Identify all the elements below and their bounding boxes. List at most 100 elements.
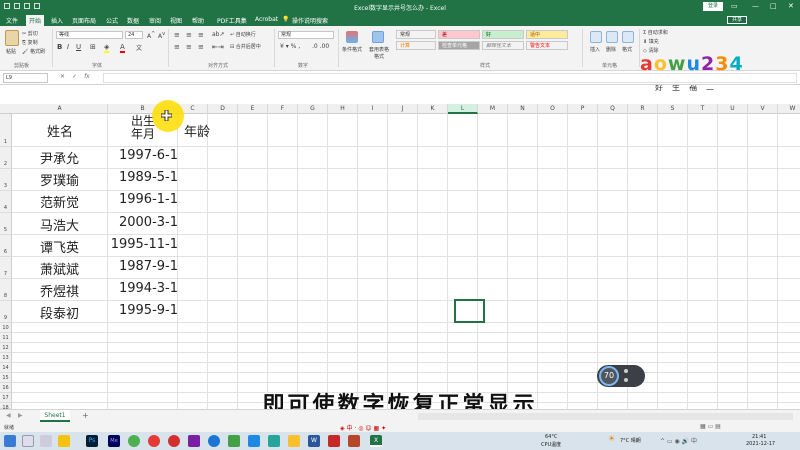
style-neutral[interactable]: 适中 bbox=[526, 30, 568, 39]
tab-acrobat[interactable]: Acrobat bbox=[255, 16, 278, 23]
indent-icon[interactable]: ⇤⇥ bbox=[212, 43, 224, 51]
performance-widget[interactable]: 70 bbox=[597, 365, 645, 387]
powerpoint-icon[interactable] bbox=[348, 435, 360, 447]
row-header-10[interactable]: 10 bbox=[0, 323, 12, 333]
tab-formulas[interactable]: 公式 bbox=[106, 16, 118, 25]
font-name-select[interactable]: 等线 bbox=[56, 31, 123, 39]
row-header-13[interactable]: 13 bbox=[0, 353, 12, 363]
column-header-k[interactable]: K bbox=[418, 104, 448, 114]
tab-data[interactable]: 数据 bbox=[127, 16, 139, 25]
tell-me-search[interactable]: 操作说明搜索 bbox=[292, 16, 328, 25]
app-icon[interactable] bbox=[268, 435, 280, 447]
style-normal[interactable]: 常规 bbox=[396, 30, 436, 39]
media-encoder-icon[interactable]: Me bbox=[108, 435, 120, 447]
tab-help[interactable]: 帮助 bbox=[192, 16, 204, 25]
column-header-f[interactable]: F bbox=[268, 104, 298, 114]
prev-sheet-icon[interactable]: ◀ bbox=[6, 412, 11, 419]
column-header-h[interactable]: H bbox=[328, 104, 358, 114]
column-header-w[interactable]: W bbox=[778, 104, 800, 114]
view-mode-icons[interactable]: ▦ ▭ ▤ bbox=[700, 423, 721, 430]
file-explorer-icon[interactable] bbox=[58, 435, 70, 447]
border-icon[interactable]: ⊞ bbox=[90, 43, 96, 51]
sheet-tab-sheet1[interactable]: Sheet1 bbox=[40, 410, 70, 422]
cell-birth-date[interactable]: 1989-5-1 bbox=[108, 170, 178, 185]
row-header-5[interactable]: 5 bbox=[0, 213, 12, 235]
style-bad[interactable]: 差 bbox=[438, 30, 480, 39]
formula-input[interactable] bbox=[103, 73, 797, 83]
align-middle-icon[interactable]: ≡ bbox=[186, 31, 192, 39]
row-header-7[interactable]: 7 bbox=[0, 257, 12, 279]
cell-name[interactable]: 罗璞瑜 bbox=[40, 170, 79, 189]
tab-insert[interactable]: 插入 bbox=[51, 16, 63, 25]
cell-c1-age-header[interactable]: 年龄 bbox=[184, 121, 210, 140]
chrome-icon[interactable] bbox=[128, 435, 140, 447]
cell-name[interactable]: 萧斌斌 bbox=[40, 259, 79, 278]
cell-name[interactable]: 范新觉 bbox=[40, 192, 79, 211]
record-icon[interactable] bbox=[168, 435, 180, 447]
insert-cells-label[interactable]: 插入 bbox=[590, 46, 600, 53]
column-header-m[interactable]: M bbox=[478, 104, 508, 114]
cut-button[interactable]: ✂ 剪切 bbox=[22, 30, 38, 37]
column-header-v[interactable]: V bbox=[748, 104, 778, 114]
enter-icon[interactable]: ✓ bbox=[72, 73, 77, 80]
excel-taskbar-icon[interactable]: X bbox=[370, 435, 382, 447]
orientation-icon[interactable]: ab↗ bbox=[212, 31, 225, 38]
task-view-icon[interactable] bbox=[40, 435, 52, 447]
format-cells-label[interactable]: 格式 bbox=[622, 46, 632, 53]
style-calculation[interactable]: 计算 bbox=[396, 41, 436, 50]
format-as-table-label[interactable]: 套用表格格式 bbox=[367, 46, 391, 60]
underline-icon[interactable]: U bbox=[76, 43, 81, 51]
row-header-11[interactable]: 11 bbox=[0, 333, 12, 343]
column-header-n[interactable]: N bbox=[508, 104, 538, 114]
row-header-9[interactable]: 9 bbox=[0, 301, 12, 323]
tab-view[interactable]: 视图 bbox=[170, 16, 182, 25]
browser-icon[interactable] bbox=[208, 435, 220, 447]
photoshop-icon[interactable]: Ps bbox=[86, 435, 98, 447]
font-size-select[interactable]: 24 bbox=[125, 31, 143, 39]
style-explanatory[interactable]: 解释性文本 bbox=[482, 41, 524, 50]
autosum-button[interactable]: Σ 自动求和 bbox=[643, 29, 668, 36]
italic-icon[interactable]: I bbox=[67, 43, 69, 51]
app-icon[interactable] bbox=[248, 435, 260, 447]
delete-cells-label[interactable]: 删除 bbox=[606, 46, 616, 53]
cell-name[interactable]: 乔煜祺 bbox=[40, 281, 79, 300]
horizontal-scrollbar[interactable] bbox=[418, 413, 793, 420]
row-header-3[interactable]: 3 bbox=[0, 169, 12, 191]
fill-button[interactable]: ⬇ 填充 bbox=[643, 38, 659, 45]
delete-cells-icon[interactable] bbox=[606, 31, 618, 43]
decimal-icon[interactable]: .0 .00 bbox=[312, 43, 329, 50]
number-format-select[interactable]: 常规 bbox=[278, 31, 334, 39]
cancel-icon[interactable]: ✕ bbox=[60, 73, 65, 80]
word-icon[interactable]: W bbox=[308, 435, 320, 447]
ribbon-display-icon[interactable]: ▭ bbox=[731, 2, 738, 11]
cell-birth-date[interactable]: 1997-6-1 bbox=[108, 148, 178, 163]
conditional-format-label[interactable]: 条件格式 bbox=[342, 46, 362, 53]
cell-birth-date[interactable]: 2000-3-1 bbox=[108, 215, 178, 230]
cell-birth-date[interactable]: 1995-9-1 bbox=[108, 303, 178, 318]
cell-birth-date[interactable]: 1995-11-1 bbox=[108, 237, 178, 252]
phonetic-icon[interactable]: 文 bbox=[136, 43, 142, 52]
bold-icon[interactable]: B bbox=[57, 43, 62, 51]
media-icon[interactable] bbox=[148, 435, 160, 447]
insert-function-icon[interactable]: fx bbox=[84, 73, 90, 80]
format-as-table-icon[interactable] bbox=[372, 31, 384, 43]
accounting-icon[interactable]: ¥ ▾ % , bbox=[280, 43, 300, 50]
cell-name[interactable]: 谭飞英 bbox=[40, 237, 79, 256]
align-right-icon[interactable]: ≡ bbox=[198, 43, 204, 51]
style-check-cell[interactable]: 检查单元格 bbox=[438, 41, 480, 50]
row-header-6[interactable]: 6 bbox=[0, 235, 12, 257]
fill-color-icon[interactable]: ◈ bbox=[104, 43, 110, 53]
row-header-15[interactable]: 15 bbox=[0, 373, 12, 383]
cell-name[interactable]: 尹承允 bbox=[40, 148, 79, 167]
shrink-font-icon[interactable]: Av bbox=[158, 31, 165, 40]
column-header-p[interactable]: P bbox=[568, 104, 598, 114]
add-sheet-button[interactable]: + bbox=[82, 411, 89, 420]
font-color-icon[interactable]: A bbox=[120, 43, 125, 53]
tab-home[interactable]: 开始 bbox=[26, 15, 45, 26]
tab-pdf-tools[interactable]: PDF工具集 bbox=[217, 16, 247, 25]
column-header-s[interactable]: S bbox=[658, 104, 688, 114]
cell-name[interactable]: 马浩大 bbox=[40, 215, 79, 234]
search-icon[interactable] bbox=[22, 435, 34, 447]
column-header-q[interactable]: Q bbox=[598, 104, 628, 114]
column-header-a[interactable]: A bbox=[12, 104, 108, 114]
